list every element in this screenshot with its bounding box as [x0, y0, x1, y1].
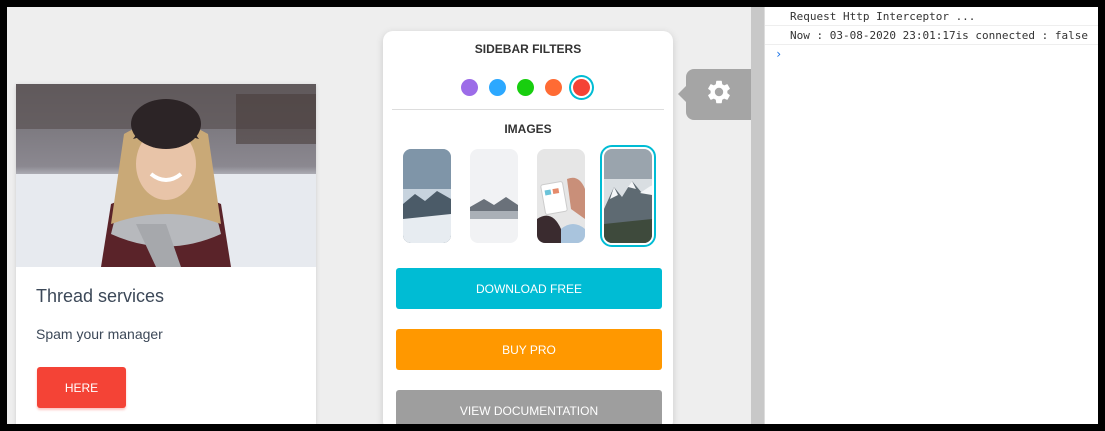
card-description: Spam your manager	[36, 326, 163, 342]
view-documentation-button[interactable]: VIEW DOCUMENTATION	[396, 390, 662, 424]
filter-color-list	[461, 79, 590, 96]
app-frame: Thread services Spam your manager HERE S…	[7, 7, 1098, 424]
profile-card: Thread services Spam your manager HERE	[16, 84, 316, 424]
filter-color-azure[interactable]	[489, 79, 506, 96]
buy-pro-button[interactable]: BUY PRO	[396, 329, 662, 370]
sidebar-filters-heading: SIDEBAR FILTERS	[474, 42, 582, 56]
filter-color-green[interactable]	[517, 79, 534, 96]
filter-color-purple[interactable]	[461, 79, 478, 96]
card-title: Thread services	[36, 286, 165, 306]
tablet-hands-image[interactable]	[537, 149, 585, 243]
misty-lake-image[interactable]	[470, 149, 518, 243]
download-free-button[interactable]: DOWNLOAD FREE	[396, 268, 662, 309]
sidebar-settings-panel: SIDEBAR FILTERS IMAGES DOWNLOAD FREE BUY…	[383, 31, 673, 424]
mountain-lake-image[interactable]	[403, 149, 451, 243]
filter-color-orange[interactable]	[545, 79, 562, 96]
devtools-console: Request Http Interceptor ... Now : 03-08…	[765, 7, 1098, 424]
snowy-peaks-image[interactable]	[600, 145, 656, 247]
console-prompt-icon[interactable]: ›	[765, 45, 1098, 63]
settings-toggle[interactable]	[686, 69, 751, 120]
images-heading: IMAGES	[504, 122, 552, 136]
page-scrollbar[interactable]	[751, 7, 764, 424]
panel-divider	[392, 109, 664, 110]
background-image-list	[403, 145, 656, 247]
console-line: Request Http Interceptor ...	[765, 7, 1098, 26]
here-button[interactable]: HERE	[37, 367, 126, 408]
profile-photo	[16, 84, 316, 267]
gear-icon	[705, 78, 733, 111]
console-line: Now : 03-08-2020 23:01:17is connected : …	[765, 26, 1098, 45]
filter-color-red[interactable]	[573, 79, 590, 96]
